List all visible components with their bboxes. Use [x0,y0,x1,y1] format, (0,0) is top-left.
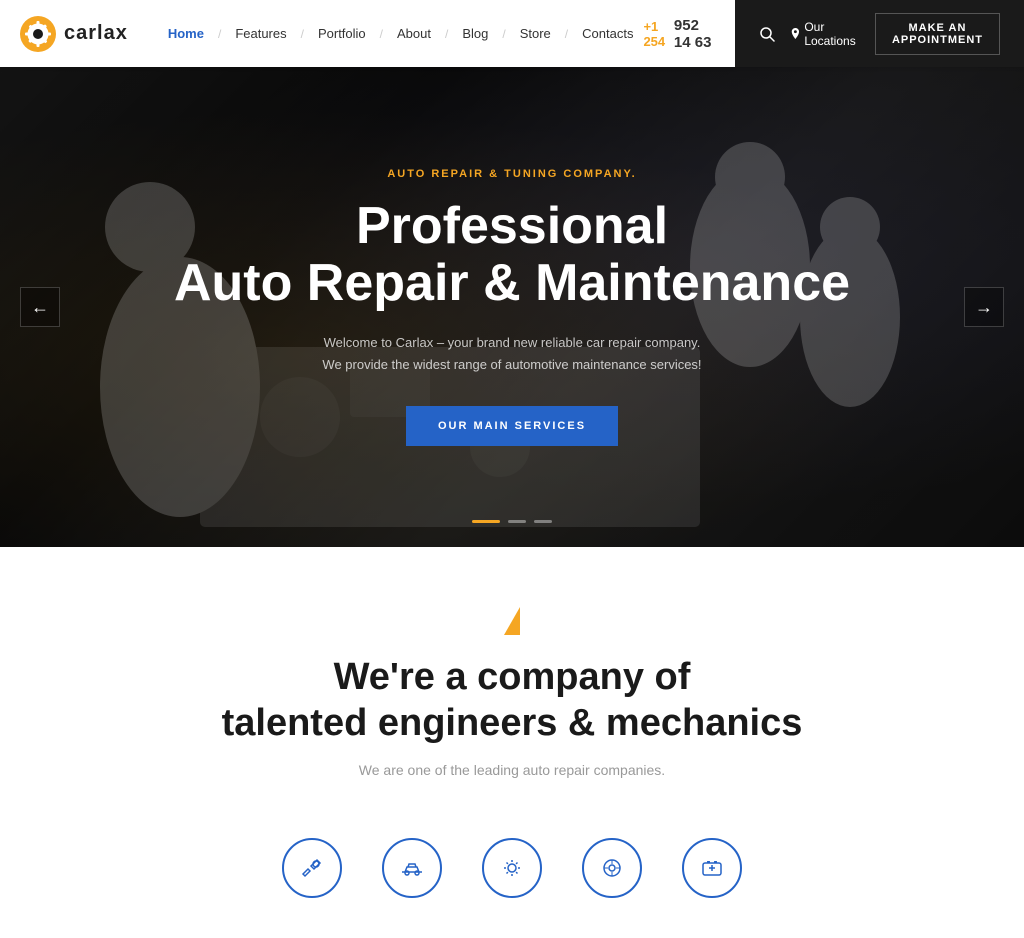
appointment-button[interactable]: MAKE AN APPOINTMENT [875,13,1000,55]
nav-contacts[interactable]: Contacts [572,22,643,45]
company-title-line2: talented engineers & mechanics [222,702,803,744]
triangle-icon [504,607,520,635]
services-icons-row [40,818,984,898]
logo[interactable]: carlax [20,16,128,52]
service-circle-1 [282,838,342,898]
nav-blog[interactable]: Blog [452,22,498,45]
hero-description: Welcome to Carlax – your brand new relia… [322,332,702,376]
company-title-line1: We're a company of [334,656,691,698]
hero-subtitle: AUTO REPAIR & TUNING COMPANY. [387,168,636,180]
dot-2[interactable] [508,520,526,523]
service-icon-5 [682,838,742,898]
phone-number: 952 14 63 [674,17,715,51]
navbar: carlax Home / Features / Portfolio / Abo… [0,0,1024,67]
location-label: Our Locations [804,20,859,48]
hero-content: AUTO REPAIR & TUNING COMPANY. Profession… [0,67,1024,547]
service-icon-2 [382,838,442,898]
hero-title: Professional Auto Repair & Maintenance [174,198,850,312]
search-icon[interactable] [759,26,775,42]
service-icon-1 [282,838,342,898]
arrow-right-icon: → [975,297,993,318]
hero-section: AUTO REPAIR & TUNING COMPANY. Profession… [0,67,1024,547]
location-area[interactable]: Our Locations [791,20,859,48]
company-description: We are one of the leading auto repair co… [40,762,984,778]
nav-links: Home / Features / Portfolio / About / Bl… [158,25,644,43]
phone-code: +1 254 [643,19,667,49]
logo-icon [20,16,56,52]
service-icon-4 [582,838,642,898]
hero-cta-button[interactable]: OUR MAIN SERVICES [406,406,618,446]
company-title: We're a company of talented engineers & … [40,655,984,746]
nav-home[interactable]: Home [158,22,214,45]
service-circle-3 [482,838,542,898]
service-circle-5 [682,838,742,898]
hero-prev-button[interactable]: ← [20,287,60,327]
nav-right: Our Locations MAKE AN APPOINTMENT [735,0,1024,67]
dot-1[interactable] [472,520,500,523]
service-circle-4 [582,838,642,898]
arrow-left-icon: ← [31,297,49,318]
company-section: We're a company of talented engineers & … [0,547,1024,938]
nav-store[interactable]: Store [510,22,561,45]
nav-portfolio[interactable]: Portfolio [308,22,376,45]
service-icon-3 [482,838,542,898]
logo-text: carlax [64,22,128,45]
phone-area: +1 254 952 14 63 [643,17,714,51]
hero-title-line2: Auto Repair & Maintenance [174,254,850,312]
dot-3[interactable] [534,520,552,523]
nav-features[interactable]: Features [225,22,296,45]
nav-about[interactable]: About [387,22,441,45]
service-circle-2 [382,838,442,898]
hero-dots [472,520,552,523]
hero-title-line1: Professional [356,197,668,255]
hero-next-button[interactable]: → [964,287,1004,327]
